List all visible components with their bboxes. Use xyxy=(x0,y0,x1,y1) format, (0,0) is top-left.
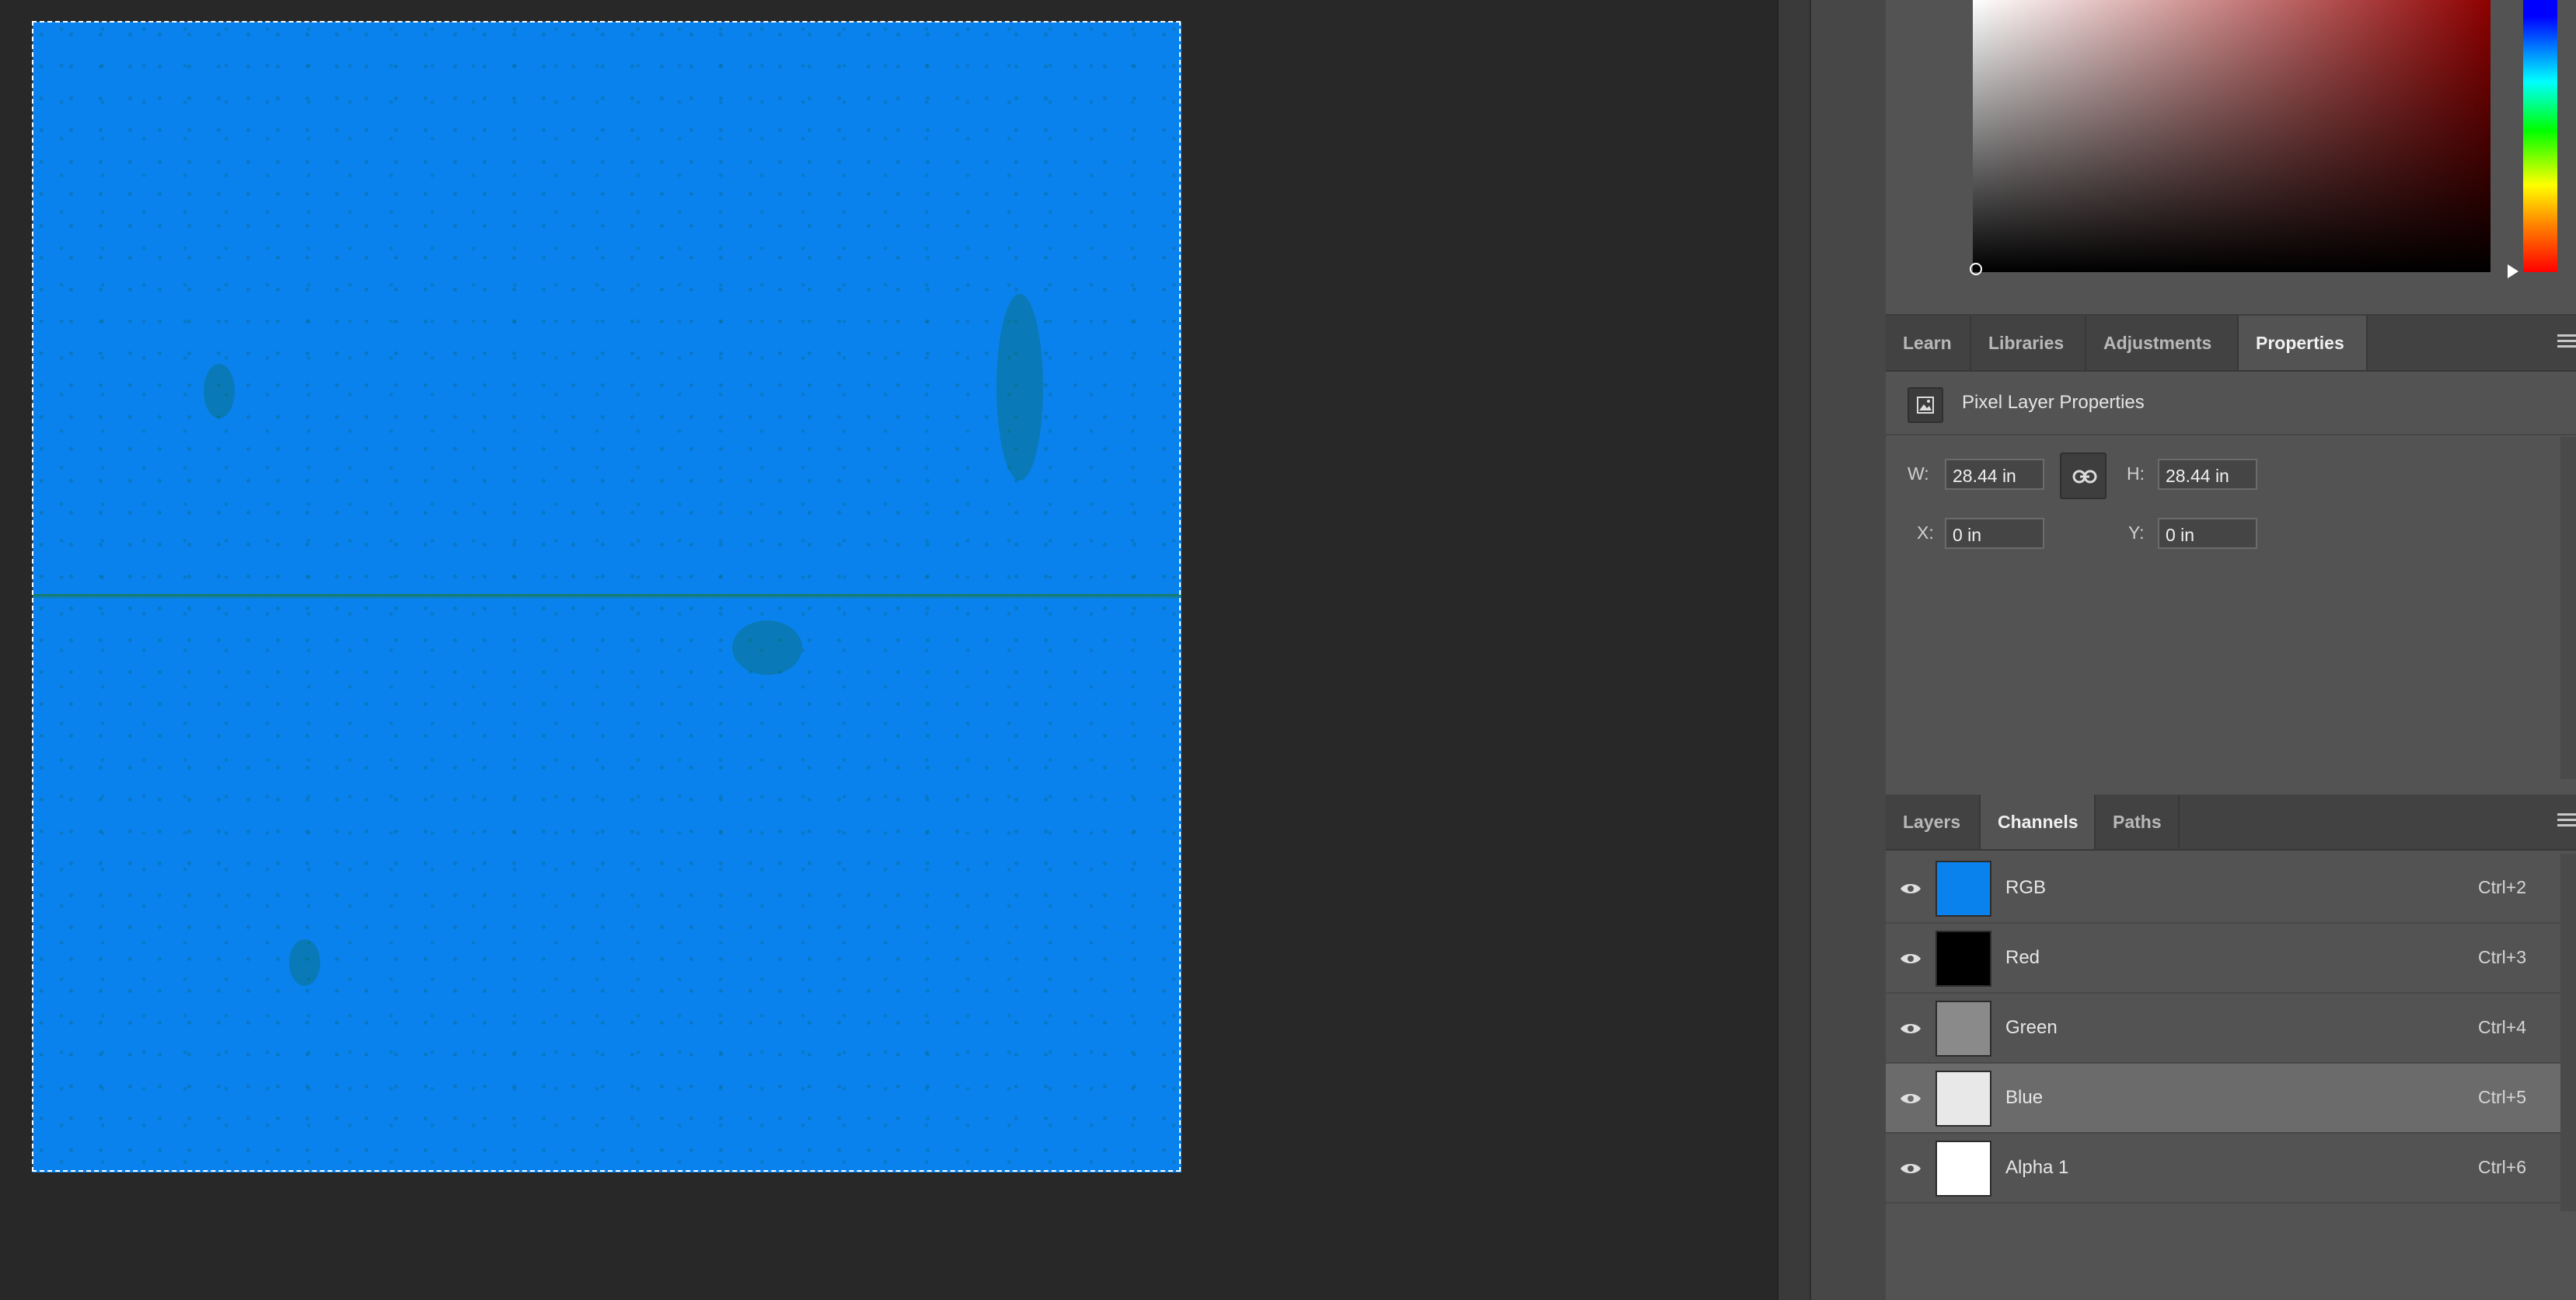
x-label: X: xyxy=(1917,522,1934,543)
channels-scrollbar[interactable] xyxy=(2560,854,2576,1211)
document-image[interactable] xyxy=(33,22,1182,1172)
eye-icon[interactable] xyxy=(1900,1092,1922,1106)
tab-paths[interactable]: Paths xyxy=(2096,795,2180,849)
channel-row-blue[interactable]: Blue Ctrl+5 xyxy=(1886,1064,2576,1134)
properties-panel: Pixel Layer Properties W: 28.44 in H: 28… xyxy=(1886,372,2576,790)
properties-header: Pixel Layer Properties xyxy=(1886,372,2576,435)
channel-shortcut: Ctrl+6 xyxy=(2478,1157,2526,1177)
panel-dock-divider[interactable] xyxy=(1777,0,1811,1300)
channel-row-alpha-1[interactable]: Alpha 1 Ctrl+6 xyxy=(1886,1134,2576,1204)
properties-title: Pixel Layer Properties xyxy=(1962,392,2145,413)
channel-name: Alpha 1 xyxy=(2005,1157,2069,1178)
tab-libraries[interactable]: Libraries xyxy=(1971,316,2086,370)
eye-icon[interactable] xyxy=(1900,882,1922,896)
eye-icon[interactable] xyxy=(1900,1162,1922,1176)
link-icon xyxy=(2072,470,2097,484)
hue-slider-handle[interactable] xyxy=(2508,264,2518,278)
width-label: W: xyxy=(1908,463,1929,484)
eye-icon[interactable] xyxy=(1900,1022,1922,1036)
channel-name: Red xyxy=(2005,947,2040,968)
channel-thumbnail xyxy=(1935,861,1991,917)
channel-shortcut: Ctrl+3 xyxy=(2478,947,2526,967)
collapsed-panel-dock[interactable] xyxy=(1810,0,1887,1300)
y-label: Y: xyxy=(2128,522,2145,543)
channels-tabbar: Layers Channels Paths xyxy=(1886,795,2576,851)
tab-learn[interactable]: Learn xyxy=(1886,316,1971,370)
tab-layers[interactable]: Layers xyxy=(1886,795,1981,849)
tab-channels[interactable]: Channels xyxy=(1981,795,2096,849)
color-cursor[interactable] xyxy=(1970,263,1982,275)
channel-thumbnail xyxy=(1935,1141,1991,1197)
texture-blotch xyxy=(289,939,320,986)
channel-row-red[interactable]: Red Ctrl+3 xyxy=(1886,924,2576,994)
channel-name: Green xyxy=(2005,1017,2058,1038)
tab-adjustments[interactable]: Adjustments xyxy=(2086,316,2239,370)
texture-blotch xyxy=(997,294,1043,481)
channel-row-rgb[interactable]: RGB Ctrl+2 xyxy=(1886,854,2576,924)
texture-blotch xyxy=(732,620,802,675)
hue-slider[interactable] xyxy=(2523,0,2557,272)
texture-blotch xyxy=(204,364,235,418)
panel-menu-icon[interactable] xyxy=(2557,813,2576,829)
tab-properties[interactable]: Properties xyxy=(2239,316,2368,370)
saturation-brightness-field[interactable] xyxy=(1973,0,2490,272)
channel-shortcut: Ctrl+4 xyxy=(2478,1017,2526,1037)
link-dimensions-button[interactable] xyxy=(2060,453,2107,499)
document-canvas-area[interactable] xyxy=(0,0,1777,1300)
channel-name: Blue xyxy=(2005,1087,2044,1108)
color-panel xyxy=(1886,0,2576,316)
height-label: H: xyxy=(2127,463,2145,484)
pixel-layer-icon xyxy=(1908,387,1943,423)
y-input[interactable]: 0 in xyxy=(2158,518,2257,549)
eye-icon[interactable] xyxy=(1900,952,1922,966)
x-input[interactable]: 0 in xyxy=(1945,518,2044,549)
channel-thumbnail xyxy=(1935,1071,1991,1127)
channel-shortcut: Ctrl+2 xyxy=(2478,877,2526,897)
panel-menu-icon[interactable] xyxy=(2557,334,2576,350)
width-input[interactable]: 28.44 in xyxy=(1945,459,2044,490)
right-panel-column: Learn Libraries Adjustments Properties P… xyxy=(1886,0,2576,1300)
channel-thumbnail xyxy=(1935,931,1991,987)
channel-list: RGB Ctrl+2 Red Ctrl+3 Green Ctrl+4 Blue … xyxy=(1886,854,2576,1204)
channel-thumbnail xyxy=(1935,1001,1991,1057)
height-input[interactable]: 28.44 in xyxy=(2158,459,2257,490)
channel-row-green[interactable]: Green Ctrl+4 xyxy=(1886,994,2576,1064)
texture-seam xyxy=(33,594,1182,599)
properties-scrollbar[interactable] xyxy=(2560,437,2576,779)
channel-name: RGB xyxy=(2005,877,2047,898)
channel-shortcut: Ctrl+5 xyxy=(2478,1087,2526,1107)
properties-tabbar: Learn Libraries Adjustments Properties xyxy=(1886,316,2576,372)
